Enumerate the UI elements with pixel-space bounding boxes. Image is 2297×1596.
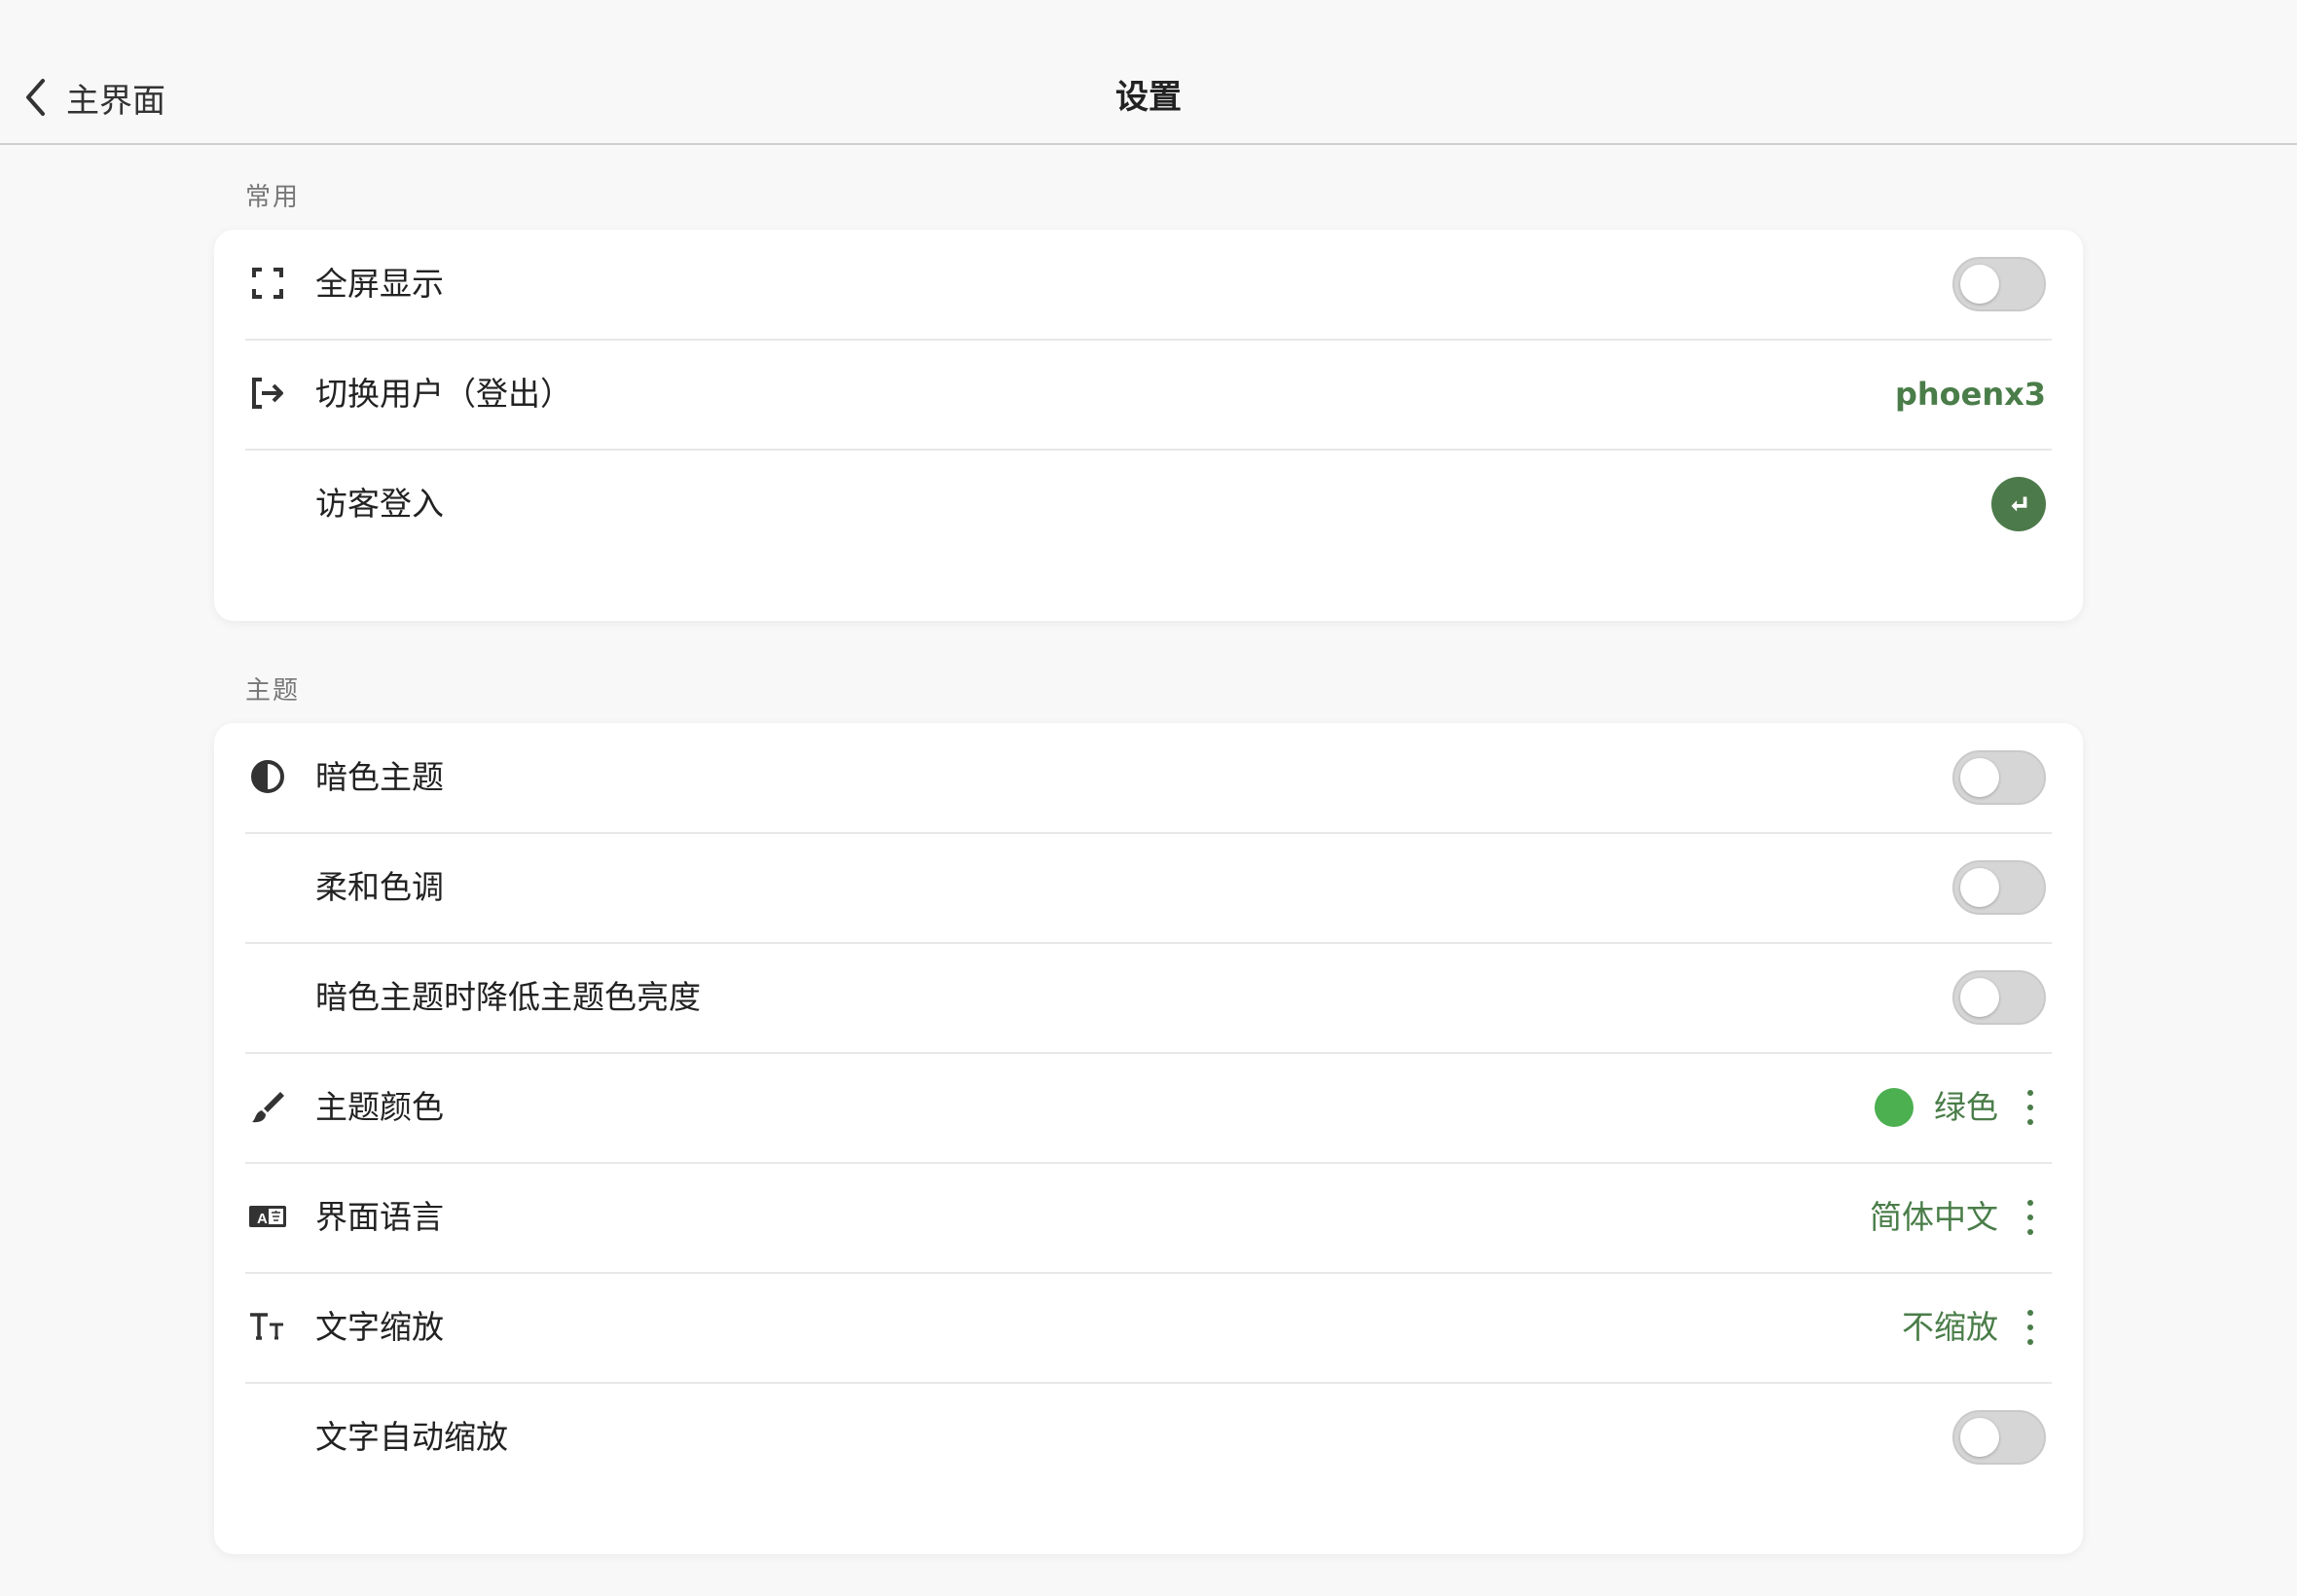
toggle-knob (1960, 265, 1999, 304)
text-size-icon (245, 1304, 290, 1349)
more-vertical-icon[interactable] (2021, 1086, 2040, 1129)
more-vertical-icon[interactable] (2021, 1306, 2040, 1349)
top-bar: 主界面 设置 (0, 0, 2297, 145)
guest-login-label: 访客登入 (315, 485, 444, 523)
row-text-scale[interactable]: 文字缩放 不缩放 (245, 1273, 2052, 1384)
section-label-theme: 主题 (245, 676, 301, 706)
row-auto-text-scale: 文字自动缩放 (245, 1383, 2052, 1492)
card-theme: 暗色主题 柔和色调 暗色主题时降低主题色亮度 主题颜色 绿色 A 界面语言 简体… (214, 723, 2083, 1554)
row-dark-theme: 暗色主题 (245, 723, 2052, 834)
row-language[interactable]: A 界面语言 简体中文 (245, 1163, 2052, 1274)
section-label-common: 常用 (245, 183, 301, 212)
page-title: 设置 (1115, 78, 1182, 117)
contrast-icon (245, 754, 290, 799)
logout-icon (245, 371, 290, 416)
dim-in-dark-toggle[interactable] (1952, 970, 2046, 1025)
language-value: 简体中文 (1870, 1198, 1998, 1236)
toggle-knob (1960, 1418, 1999, 1457)
svg-text:A: A (257, 1211, 268, 1227)
fullscreen-label: 全屏显示 (315, 265, 444, 303)
row-soft-tone: 柔和色调 (245, 833, 2052, 944)
theme-color-value: 绿色 (1934, 1088, 1998, 1126)
fullscreen-toggle[interactable] (1952, 257, 2046, 311)
toggle-knob (1960, 868, 1999, 907)
soft-tone-label: 柔和色调 (315, 868, 444, 906)
card-common: 全屏显示 切换用户（登出） phoenx3 访客登入 (214, 230, 2083, 621)
current-username: phoenx3 (1894, 376, 2046, 413)
row-switch-user[interactable]: 切换用户（登出） phoenx3 (245, 340, 2052, 451)
toggle-knob (1960, 978, 1999, 1017)
translate-icon: A (245, 1194, 290, 1239)
row-fullscreen: 全屏显示 (245, 230, 2052, 341)
toggle-knob (1960, 758, 1999, 797)
theme-color-label: 主题颜色 (315, 1088, 444, 1126)
language-label: 界面语言 (315, 1198, 444, 1236)
soft-tone-toggle[interactable] (1952, 860, 2046, 915)
text-scale-value: 不缩放 (1902, 1308, 1998, 1346)
enter-icon (2011, 496, 2027, 512)
dark-theme-toggle[interactable] (1952, 750, 2046, 805)
more-vertical-icon[interactable] (2021, 1196, 2040, 1239)
auto-text-scale-toggle[interactable] (1952, 1410, 2046, 1465)
brush-icon (245, 1084, 290, 1129)
row-theme-color[interactable]: 主题颜色 绿色 (245, 1053, 2052, 1164)
dim-in-dark-label: 暗色主题时降低主题色亮度 (315, 978, 701, 1016)
row-guest-login: 访客登入 (245, 450, 2052, 559)
guest-login-button[interactable] (1991, 477, 2046, 531)
switch-user-label: 切换用户（登出） (315, 375, 572, 413)
fullscreen-icon (245, 261, 290, 306)
row-dim-in-dark: 暗色主题时降低主题色亮度 (245, 943, 2052, 1054)
auto-text-scale-label: 文字自动缩放 (315, 1418, 508, 1456)
dark-theme-label: 暗色主题 (315, 758, 444, 796)
theme-color-swatch (1875, 1088, 1914, 1127)
text-scale-label: 文字缩放 (315, 1308, 444, 1346)
